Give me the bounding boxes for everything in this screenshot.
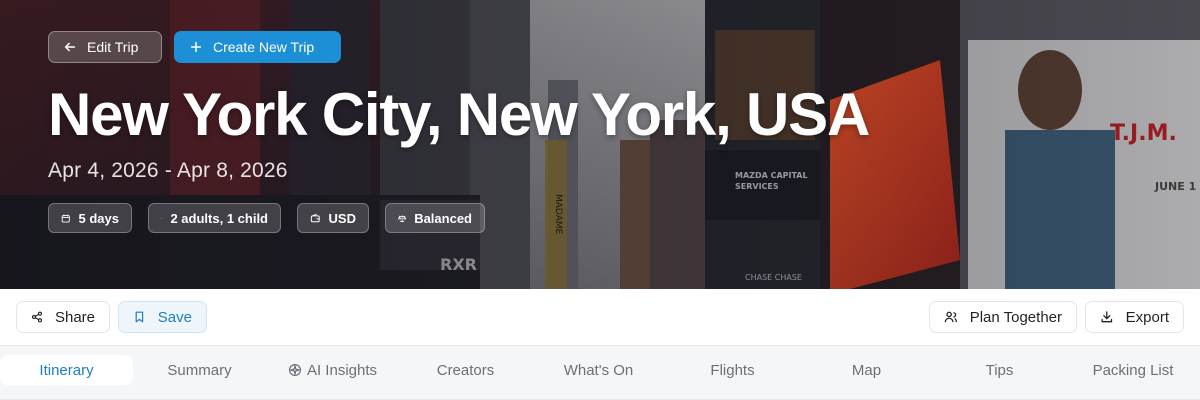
export-label: Export bbox=[1125, 308, 1169, 326]
currency-chip: USD bbox=[297, 203, 369, 233]
trip-dates: Apr 4, 2026 - Apr 8, 2026 bbox=[48, 159, 288, 182]
download-icon bbox=[1101, 311, 1113, 323]
duration-label: 5 days bbox=[78, 210, 119, 226]
edit-trip-button[interactable]: Edit Trip bbox=[48, 31, 162, 63]
tab-packing-list-label: Packing List bbox=[1092, 361, 1174, 379]
tab-whats-on-label: What's On bbox=[563, 361, 634, 379]
tab-ai-insights-label: AI Insights bbox=[306, 361, 378, 379]
bookmark-icon bbox=[135, 311, 144, 323]
tab-packing-list[interactable]: Packing List bbox=[1066, 355, 1200, 385]
plan-together-label: Plan Together bbox=[969, 308, 1062, 326]
create-new-trip-label: Create New Trip bbox=[213, 39, 315, 55]
trip-tabs: Itinerary Summary AI Insights Creators W… bbox=[0, 345, 1200, 400]
currency-label: USD bbox=[328, 210, 356, 226]
tab-map-label: Map bbox=[851, 361, 882, 379]
travelers-label: 2 adults, 1 child bbox=[170, 210, 268, 226]
tab-flights[interactable]: Flights bbox=[666, 355, 799, 385]
share-label: Share bbox=[54, 308, 95, 326]
share-button[interactable]: Share bbox=[16, 301, 110, 333]
hero-content: Edit Trip Create New Trip New York City,… bbox=[0, 0, 1200, 289]
sparkle-icon bbox=[288, 363, 302, 377]
arrow-left-icon bbox=[64, 42, 76, 52]
action-bar: Share Save Plan Together Export bbox=[0, 289, 1200, 345]
tab-tips-label: Tips bbox=[985, 361, 1014, 379]
tab-creators-label: Creators bbox=[436, 361, 495, 379]
plan-together-button[interactable]: Plan Together bbox=[929, 301, 1077, 333]
tab-tips[interactable]: Tips bbox=[933, 355, 1066, 385]
scale-icon bbox=[398, 214, 407, 222]
edit-trip-label: Edit Trip bbox=[87, 39, 139, 55]
tab-whats-on[interactable]: What's On bbox=[532, 355, 665, 385]
plus-icon bbox=[190, 41, 202, 53]
pace-chip: Balanced bbox=[385, 203, 485, 233]
save-label: Save bbox=[157, 308, 192, 326]
calendar-icon bbox=[61, 214, 70, 223]
trip-title: New York City, New York, USA bbox=[48, 81, 870, 148]
create-new-trip-button[interactable]: Create New Trip bbox=[174, 31, 341, 63]
duration-chip: 5 days bbox=[48, 203, 132, 233]
save-button[interactable]: Save bbox=[118, 301, 207, 333]
users-icon bbox=[161, 217, 163, 219]
share-icon bbox=[31, 311, 43, 323]
tab-ai-insights[interactable]: AI Insights bbox=[266, 355, 399, 385]
tab-summary[interactable]: Summary bbox=[133, 355, 266, 385]
tab-itinerary[interactable]: Itinerary bbox=[0, 355, 133, 385]
hero-banner: MADAME MAZDA CAPITAL SERVICES CHASE CHAS… bbox=[0, 0, 1200, 289]
wallet-icon bbox=[310, 213, 320, 222]
tab-creators[interactable]: Creators bbox=[399, 355, 532, 385]
travelers-chip: 2 adults, 1 child bbox=[148, 203, 281, 233]
tab-flights-label: Flights bbox=[710, 361, 755, 379]
tab-itinerary-label: Itinerary bbox=[39, 361, 94, 379]
tab-summary-label: Summary bbox=[167, 361, 232, 379]
users-icon bbox=[944, 311, 958, 323]
pace-label: Balanced bbox=[414, 210, 472, 226]
tab-map[interactable]: Map bbox=[800, 355, 933, 385]
export-button[interactable]: Export bbox=[1085, 301, 1184, 333]
